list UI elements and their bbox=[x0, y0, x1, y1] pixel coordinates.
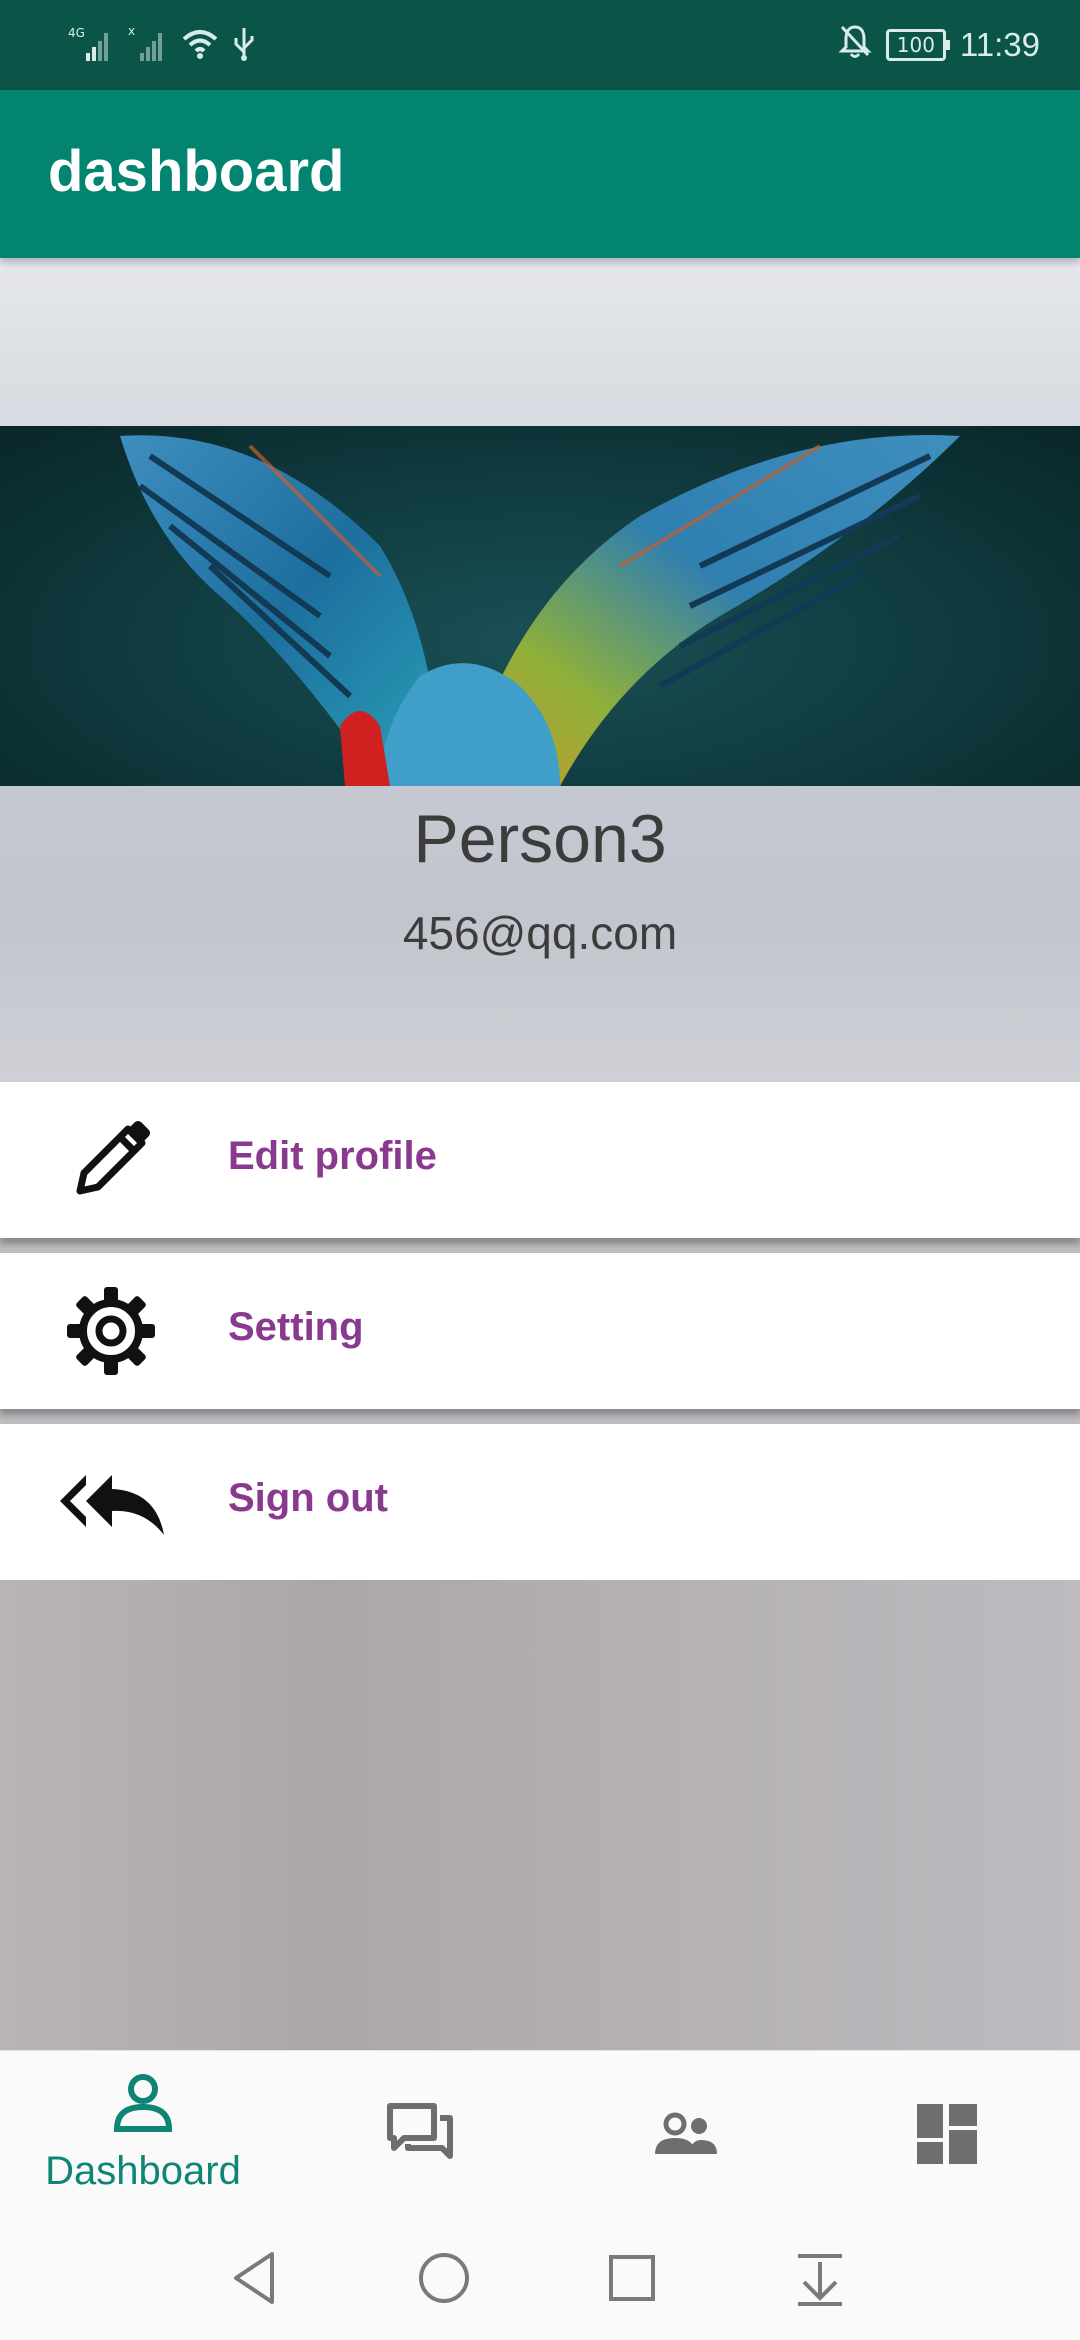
nav-dashboard[interactable]: Dashboard bbox=[8, 2051, 278, 2217]
status-bar: 4G x 100 11:39 bbox=[0, 0, 1080, 90]
notification-pulldown-icon[interactable] bbox=[784, 2242, 856, 2314]
sign-out-button[interactable]: Sign out bbox=[0, 1424, 1080, 1580]
chat-icon bbox=[384, 2098, 456, 2170]
content-background bbox=[0, 1580, 1080, 2050]
home-icon[interactable] bbox=[408, 2242, 480, 2314]
notifications-off-icon bbox=[838, 23, 872, 67]
svg-text:4G: 4G bbox=[68, 26, 85, 40]
system-navigation-bar bbox=[0, 2216, 1080, 2340]
sign-out-label: Sign out bbox=[228, 1476, 388, 1520]
svg-text:x: x bbox=[128, 24, 135, 38]
profile-email: 456@qq.com bbox=[402, 907, 678, 959]
bottom-navigation: Dashboard bbox=[0, 2050, 1080, 2217]
edit-profile-label: Edit profile bbox=[228, 1134, 437, 1178]
battery-indicator: 100 bbox=[885, 29, 950, 61]
pencil-icon bbox=[56, 1114, 166, 1206]
app-bar: dashboard bbox=[0, 90, 1080, 258]
parrot-wings-illustration bbox=[120, 435, 960, 786]
profile-banner-image bbox=[0, 426, 1080, 786]
wifi-icon bbox=[180, 25, 220, 66]
edit-profile-button[interactable]: Edit profile bbox=[0, 1082, 1080, 1238]
usb-icon bbox=[232, 24, 256, 67]
profile-name: Person3 bbox=[413, 801, 667, 877]
status-icons-right: 100 11:39 bbox=[838, 20, 1040, 70]
nav-people[interactable] bbox=[550, 2051, 820, 2217]
reply-all-icon bbox=[56, 1456, 166, 1548]
setting-button[interactable]: Setting bbox=[0, 1253, 1080, 1409]
cellular-signal-icon: 4G bbox=[68, 23, 116, 68]
recent-apps-icon[interactable] bbox=[596, 2242, 668, 2314]
back-icon[interactable] bbox=[220, 2242, 292, 2314]
cellular-no-signal-icon: x bbox=[128, 23, 168, 68]
dashboard-grid-icon bbox=[911, 2098, 983, 2170]
gear-icon bbox=[56, 1285, 166, 1377]
status-time: 11:39 bbox=[959, 26, 1040, 63]
nav-dashboard-label: Dashboard bbox=[45, 2149, 241, 2193]
status-icons-left: 4G x bbox=[68, 24, 256, 66]
person-icon bbox=[107, 2067, 179, 2139]
page-title: dashboard bbox=[48, 139, 345, 204]
setting-label: Setting bbox=[228, 1305, 364, 1349]
people-icon bbox=[649, 2098, 721, 2170]
nav-dashboard-grid[interactable] bbox=[812, 2051, 1080, 2217]
nav-chat[interactable] bbox=[285, 2051, 555, 2217]
